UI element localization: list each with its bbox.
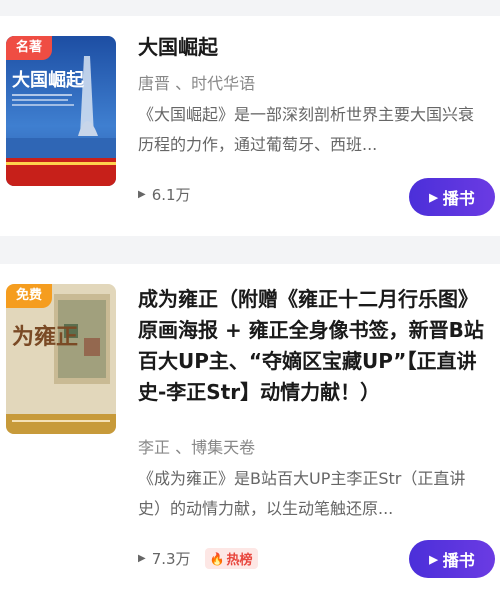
listen-button-label: 播书 [442,553,475,570]
fire-icon: 🔥 [209,551,225,566]
top-divider [0,0,500,16]
book-card[interactable]: 名著 大国崛起 大国崛起 唐晋 、时代华语 《大国崛起》是一部深刻剖析世界主要大… [0,16,500,236]
book-meta: ▶ 7.3万 🔥 热榜 [138,548,258,569]
book-title[interactable]: 成为雍正（附赠《雍正十二月行乐图》原画海报 + 雍正全身像书签，新晋B站百大UP… [138,284,490,408]
hot-list-badge[interactable]: 🔥 热榜 [204,548,258,569]
play-icon: ▶ [429,553,438,566]
play-icon: ▶ [429,191,438,204]
book-cover[interactable]: 免费 为雍正 [6,284,116,434]
book-authors: 唐晋 、时代华语 [138,74,256,93]
play-count-icon: ▶ [138,553,146,564]
free-badge: 免费 [6,284,53,308]
listen-button[interactable]: ▶ 播书 [409,178,495,216]
book-list-page: 名著 大国崛起 大国崛起 唐晋 、时代华语 《大国崛起》是一部深刻剖析世界主要大… [0,0,500,600]
book-description: 《大国崛起》是一部深刻剖析世界主要大国兴衰历程的力作，通过葡萄牙、西班... [138,105,475,154]
book-description: 《成为雍正》是B站百大UP主李正Str（正直讲史）的动情力献，以生动笔触还原..… [138,469,466,518]
listen-button-label: 播书 [442,191,475,208]
book-card[interactable]: 免费 为雍正 成为雍正（附赠《雍正十二月行乐图》原画海报 + 雍正全身像书签，新… [0,264,500,600]
cover-title-text: 大国崛起 [12,69,85,91]
play-count: 6.1万 [151,186,191,204]
classic-badge: 名著 [6,36,53,60]
hot-list-label: 热榜 [226,553,253,568]
book-title[interactable]: 大国崛起 [138,32,490,63]
book-cover[interactable]: 名著 大国崛起 [6,36,116,186]
cover-title-text: 为雍正 [12,324,78,350]
book-meta: ▶ 6.1万 [138,184,191,205]
play-count: 7.3万 [151,550,191,568]
book-authors: 李正 、博集天卷 [138,438,256,457]
listen-button[interactable]: ▶ 播书 [409,540,495,578]
play-count-icon: ▶ [138,189,146,200]
